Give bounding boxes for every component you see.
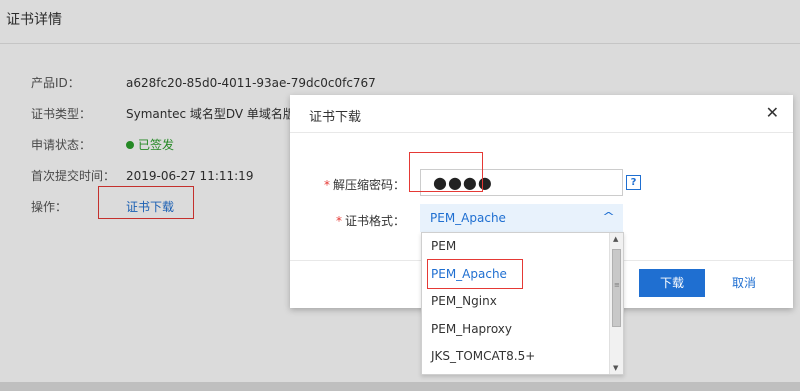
format-select[interactable]: PEM_Apache ^: [420, 204, 623, 232]
required-marker: *: [323, 178, 330, 192]
grip-icon: ≡: [614, 281, 620, 289]
dropdown-option-pem-nginx[interactable]: PEM_Nginx: [431, 291, 497, 311]
scrollbar-thumb[interactable]: ≡: [612, 249, 621, 327]
help-icon[interactable]: ?: [626, 175, 641, 190]
scroll-down-arrow-icon[interactable]: ▼: [613, 364, 618, 372]
dropdown-option-pem-haproxy[interactable]: PEM_Haproxy: [431, 319, 512, 339]
scroll-up-arrow-icon[interactable]: ▲: [613, 235, 618, 243]
cancel-button[interactable]: 取消: [711, 269, 777, 297]
dropdown-option-pem[interactable]: PEM: [431, 236, 456, 256]
close-icon[interactable]: ✕: [766, 103, 779, 122]
dialog-title: 证书下载: [309, 110, 362, 125]
password-highlight: [409, 152, 483, 192]
password-label: * 解压缩密码：: [323, 178, 405, 192]
selected-option-highlight: [427, 259, 523, 289]
chevron-up-icon: ^: [601, 210, 615, 223]
footer-bar: [0, 382, 800, 391]
format-label: * 证书格式：: [335, 214, 405, 228]
dropdown-scrollbar[interactable]: ▲ ≡ ▼: [609, 233, 623, 374]
format-dropdown-list: PEM PEM_Apache PEM_Nginx PEM_Haproxy JKS…: [421, 232, 624, 375]
dialog-header: 证书下载 ✕: [290, 95, 793, 133]
download-button[interactable]: 下载: [639, 269, 705, 297]
required-marker: *: [335, 214, 342, 228]
dropdown-option-jks-tomcat[interactable]: JKS_TOMCAT8.5+: [431, 346, 535, 366]
format-selected-value: PEM_Apache: [430, 211, 506, 225]
